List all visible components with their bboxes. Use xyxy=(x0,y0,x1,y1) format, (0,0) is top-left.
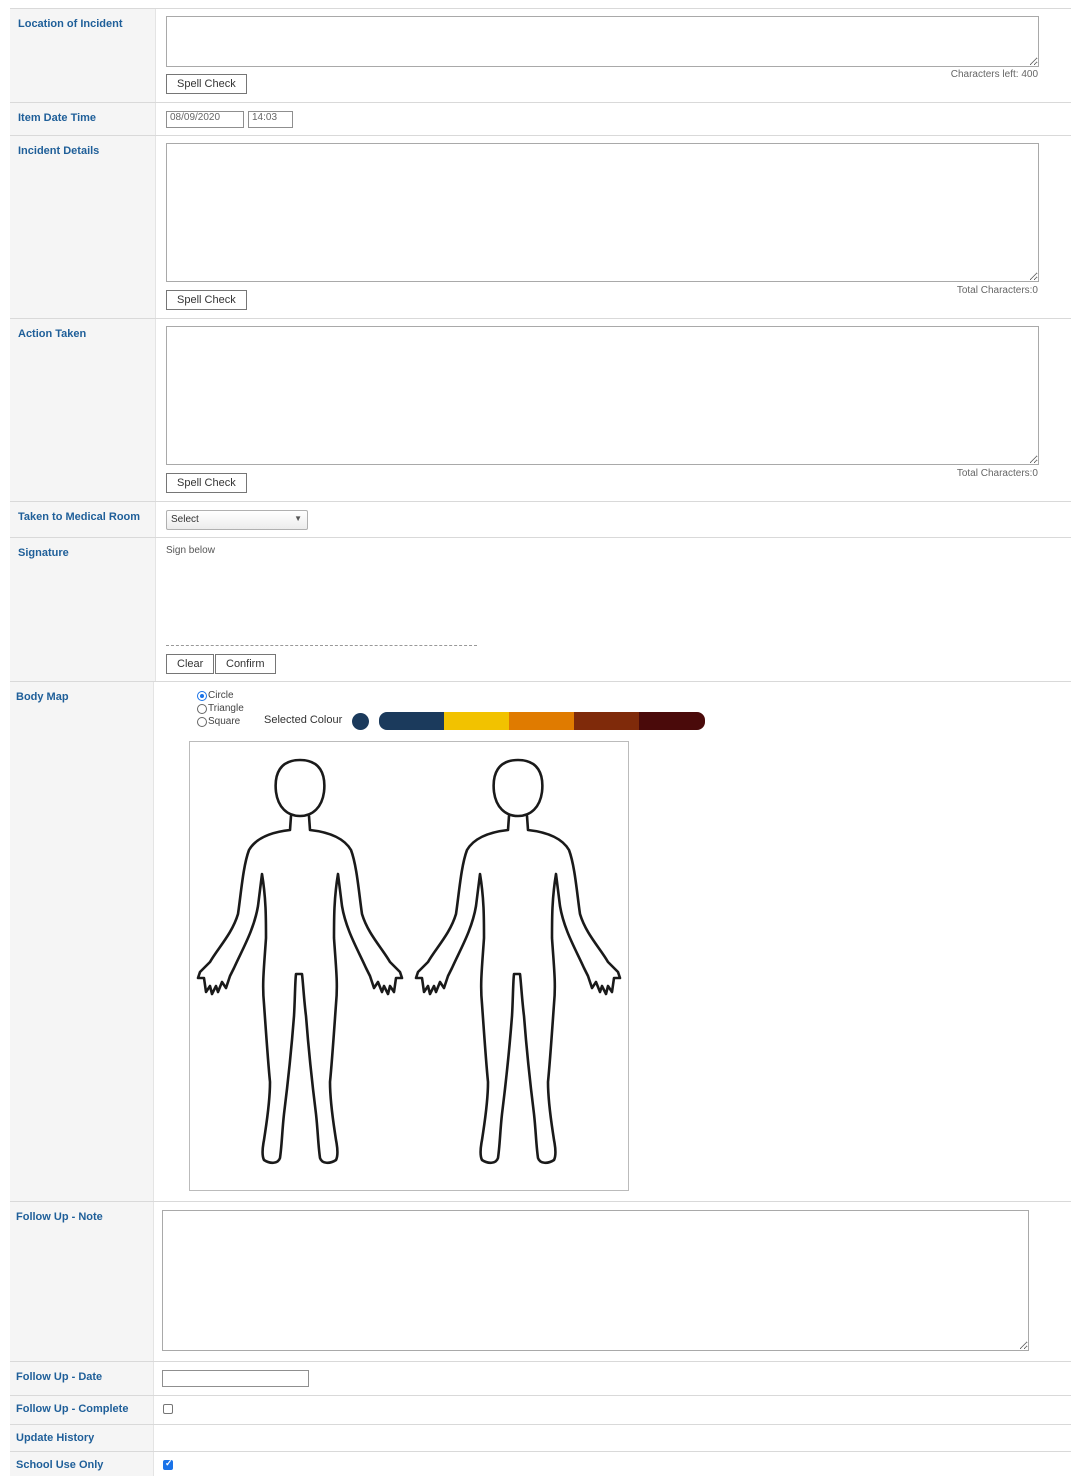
school-use-only-checkbox[interactable] xyxy=(163,1458,173,1470)
follow-up-note-textarea[interactable] xyxy=(162,1210,1029,1351)
colour-swatch-yellow[interactable] xyxy=(444,712,509,730)
chevron-down-icon: ▼ xyxy=(294,514,302,523)
location-label: Location of Incident xyxy=(10,9,156,102)
circle-radio-label: Circle xyxy=(208,690,234,701)
date-input[interactable]: 08/09/2020 xyxy=(166,111,244,128)
row-follow-up-date: Follow Up - Date xyxy=(10,1361,1071,1395)
incident-details-label: Incident Details xyxy=(10,136,156,318)
action-taken-spell-check-button[interactable]: Spell Check xyxy=(166,473,247,493)
medical-room-select[interactable]: Select ▼ xyxy=(166,510,308,530)
square-radio-label: Square xyxy=(208,716,241,727)
time-input[interactable]: 14:03 xyxy=(248,111,293,128)
incident-details-textarea[interactable] xyxy=(166,143,1039,282)
colour-palette xyxy=(379,712,705,730)
item-date-time-label: Item Date Time xyxy=(10,103,156,135)
body-map-label: Body Map xyxy=(10,682,154,1201)
back-body-outline xyxy=(414,758,622,1165)
front-body-outline xyxy=(196,758,404,1165)
square-radio[interactable] xyxy=(197,716,207,727)
triangle-radio-label: Triangle xyxy=(208,703,244,714)
colour-swatch-navy[interactable] xyxy=(379,712,444,730)
selected-colour-indicator xyxy=(352,713,369,730)
row-update-history: Update History xyxy=(10,1424,1071,1451)
row-item-date-time: Item Date Time 08/09/2020 14:03 xyxy=(10,102,1071,135)
row-signature: Signature Sign below Clear Confirm xyxy=(10,537,1071,681)
signature-clear-button[interactable]: Clear xyxy=(166,654,215,674)
signature-hint: Sign below xyxy=(166,545,215,556)
row-follow-up-note: Follow Up - Note xyxy=(10,1201,1071,1361)
body-map-canvas[interactable] xyxy=(189,741,629,1191)
incident-form: Location of Incident Characters left: 40… xyxy=(0,0,1071,1476)
row-action-taken: Action Taken Total Characters:0 Spell Ch… xyxy=(10,318,1071,501)
triangle-radio[interactable] xyxy=(197,703,207,714)
signature-pad[interactable] xyxy=(166,558,477,646)
signature-confirm-button[interactable]: Confirm xyxy=(215,654,276,674)
row-incident-details: Incident Details Total Characters:0 Spel… xyxy=(10,135,1071,318)
colour-swatch-dark-maroon[interactable] xyxy=(639,712,705,730)
follow-up-note-label: Follow Up - Note xyxy=(10,1202,154,1361)
follow-up-complete-checkbox[interactable] xyxy=(163,1404,173,1414)
action-taken-textarea[interactable] xyxy=(166,326,1039,465)
shape-option-square[interactable]: Square xyxy=(197,715,240,728)
row-follow-up-complete: Follow Up - Complete xyxy=(10,1395,1071,1424)
shape-option-triangle[interactable]: Triangle xyxy=(197,702,244,715)
row-location: Location of Incident Characters left: 40… xyxy=(10,8,1071,102)
follow-up-date-input[interactable] xyxy=(162,1370,309,1387)
school-use-only-label: School Use Only xyxy=(10,1452,154,1476)
shape-option-circle[interactable]: Circle xyxy=(197,689,234,702)
colour-swatch-orange[interactable] xyxy=(509,712,574,730)
action-taken-char-counter: Total Characters:0 xyxy=(956,468,1038,479)
location-textarea[interactable] xyxy=(166,16,1039,67)
body-outline-figures xyxy=(196,758,622,1165)
update-history-label: Update History xyxy=(10,1425,154,1451)
medical-room-label: Taken to Medical Room xyxy=(10,502,156,537)
signature-label: Signature xyxy=(10,538,156,681)
row-school-use-only: School Use Only xyxy=(10,1451,1071,1476)
selected-colour-label: Selected Colour xyxy=(264,714,343,726)
follow-up-complete-label: Follow Up - Complete xyxy=(10,1396,154,1424)
location-char-counter: Characters left: 400 xyxy=(950,69,1038,80)
medical-room-select-value: Select xyxy=(171,514,199,525)
row-medical-room: Taken to Medical Room Select ▼ xyxy=(10,501,1071,537)
follow-up-date-label: Follow Up - Date xyxy=(10,1362,154,1395)
circle-radio[interactable] xyxy=(197,690,207,701)
incident-details-spell-check-button[interactable]: Spell Check xyxy=(166,290,247,310)
location-spell-check-button[interactable]: Spell Check xyxy=(166,74,247,94)
incident-details-char-counter: Total Characters:0 xyxy=(956,285,1038,296)
row-body-map: Body Map Circle Triangle Square Selected… xyxy=(10,681,1071,1201)
colour-swatch-brown[interactable] xyxy=(574,712,639,730)
action-taken-label: Action Taken xyxy=(10,319,156,501)
